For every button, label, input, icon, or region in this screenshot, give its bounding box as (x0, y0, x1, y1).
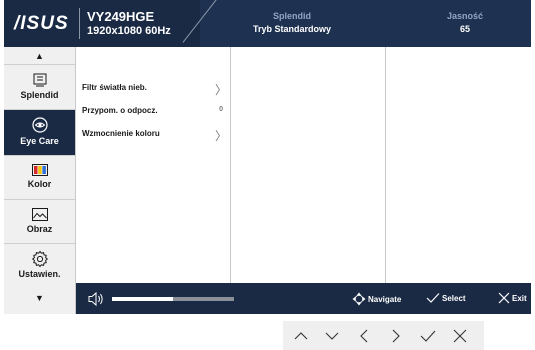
gear-icon (31, 250, 48, 268)
navigate-icon (352, 292, 366, 306)
monitor-osd: /ISUS VY249HGE 1920x1080 60Hz Splendid T… (4, 0, 531, 314)
logo-separator (79, 8, 80, 39)
brightness-status-value: 65 (459, 24, 470, 34)
sidebar-item-obraz[interactable]: Obraz (4, 199, 75, 244)
brightness-status: Jasność 65 (420, 10, 510, 36)
select-hint[interactable]: Select (426, 292, 466, 304)
exit-label: Exit (512, 293, 527, 303)
sidebar-item-label: Splendid (20, 90, 59, 100)
menu-option-label: Wzmocnienie koloru (82, 129, 160, 138)
close-icon (498, 292, 510, 304)
splendid-icon (33, 73, 46, 87)
menu-option-color-augmentation[interactable]: Wzmocnienie koloru 〉 (82, 129, 227, 143)
menu-option-blue-light-filter[interactable]: Filtr światła nieb. 〉 (82, 83, 227, 97)
volume-icon (88, 291, 103, 307)
resolution-info: 1920x1080 60Hz (87, 25, 171, 37)
sidebar-item-kolor[interactable]: Kolor (4, 155, 75, 200)
brand-logo: /ISUS (14, 13, 69, 34)
check-icon (426, 293, 440, 303)
hardware-key-guide (283, 321, 484, 350)
splendid-status-label: Splendid (273, 11, 311, 21)
chevron-right-icon: 〉 (214, 83, 227, 97)
menu-option-value: 0 (219, 106, 223, 113)
menu-option-label: Przypom. o odpocz. (82, 106, 158, 115)
eye-icon (31, 117, 48, 133)
model-name: VY249HGE (87, 9, 155, 24)
volume-slider[interactable] (112, 297, 234, 301)
chevron-left-icon[interactable] (355, 327, 373, 345)
color-bars-icon (31, 164, 48, 176)
menu-option-label: Filtr światła nieb. (82, 83, 147, 92)
osd-header: /ISUS VY249HGE 1920x1080 60Hz Splendid T… (4, 0, 531, 47)
menu-column-detail (386, 47, 531, 283)
chevron-up-icon[interactable] (292, 327, 310, 345)
volume-slider-fill (112, 297, 173, 301)
chevron-right-icon[interactable] (387, 327, 405, 345)
navigate-label: Navigate (368, 294, 402, 304)
scroll-down-icon[interactable]: ▼ (4, 293, 75, 303)
select-label: Select (442, 293, 466, 303)
chevron-down-icon[interactable] (323, 327, 341, 345)
image-icon (31, 208, 48, 221)
check-icon[interactable] (419, 327, 437, 345)
osd-footer: Navigate Select Exit (76, 283, 531, 314)
sidebar-item-eye-care[interactable]: Eye Care (4, 109, 75, 156)
sidebar: ▲ Splendid Eye Care Kolor Obraz Ustawien… (4, 47, 76, 314)
exit-hint[interactable]: Exit (498, 292, 527, 304)
sidebar-item-label: Eye Care (20, 136, 59, 146)
sidebar-item-ustawien[interactable]: Ustawien. (4, 243, 75, 290)
sidebar-item-label: Obraz (26, 224, 53, 234)
sidebar-item-label: Kolor (27, 179, 52, 189)
sidebar-item-label: Ustawien. (18, 269, 61, 279)
brightness-status-label: Jasność (446, 11, 484, 21)
splendid-status: Splendid Tryb Standardowy (232, 10, 352, 36)
scroll-up-icon[interactable]: ▲ (4, 51, 75, 61)
sidebar-item-splendid[interactable]: Splendid (4, 64, 75, 110)
navigate-hint[interactable]: Navigate (352, 292, 401, 306)
menu-column-options: Filtr światła nieb. 〉 Przypom. o odpocz.… (76, 47, 231, 283)
menu-option-rest-reminder[interactable]: Przypom. o odpocz. 0 (82, 106, 227, 115)
chevron-right-icon: 〉 (214, 129, 227, 143)
splendid-status-value: Tryb Standardowy (252, 24, 332, 34)
menu-column-submenu (231, 47, 386, 283)
close-icon[interactable] (451, 327, 469, 345)
